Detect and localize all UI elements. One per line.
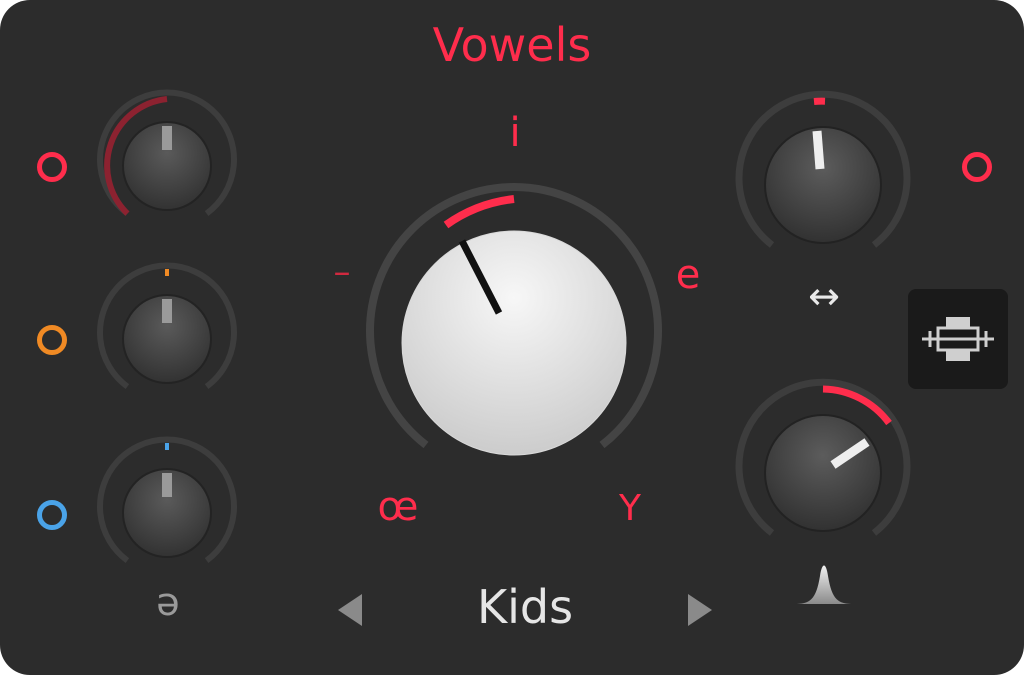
vowel-main-knob[interactable] (366, 183, 662, 491)
voice-label-schwa: ə (156, 580, 180, 624)
swap-horizontal-icon[interactable]: ↔ (796, 276, 852, 316)
preset-name: Kids (476, 580, 574, 634)
preset-prev-button[interactable] (338, 594, 362, 626)
output-indicator-red[interactable] (962, 152, 992, 182)
preset-next-button[interactable] (688, 594, 712, 626)
resonance-knob[interactable] (735, 378, 911, 561)
voice-indicator-blue[interactable] (37, 500, 67, 530)
panel-title: Vowels (432, 18, 592, 72)
vowel-label-y: Y (619, 488, 641, 529)
link-button[interactable] (908, 289, 1008, 389)
peak-curve-icon (794, 565, 854, 604)
vowel-label-dash: – (333, 252, 351, 292)
vowel-label-oe: œ (377, 484, 419, 530)
voice-knob-top[interactable] (97, 89, 237, 236)
vowel-label-e: e (675, 252, 701, 298)
link-chain-icon (922, 317, 994, 361)
width-knob[interactable] (735, 90, 911, 273)
voice-knob-bottom[interactable] (97, 436, 237, 583)
voice-indicator-red[interactable] (37, 152, 67, 182)
voice-knob-middle[interactable] (97, 262, 237, 409)
vowel-label-i: i (509, 110, 521, 156)
vowels-plugin-panel: Vowels ə i – e œ Y Kids ↔ (0, 0, 1024, 675)
voice-indicator-orange[interactable] (37, 325, 67, 355)
